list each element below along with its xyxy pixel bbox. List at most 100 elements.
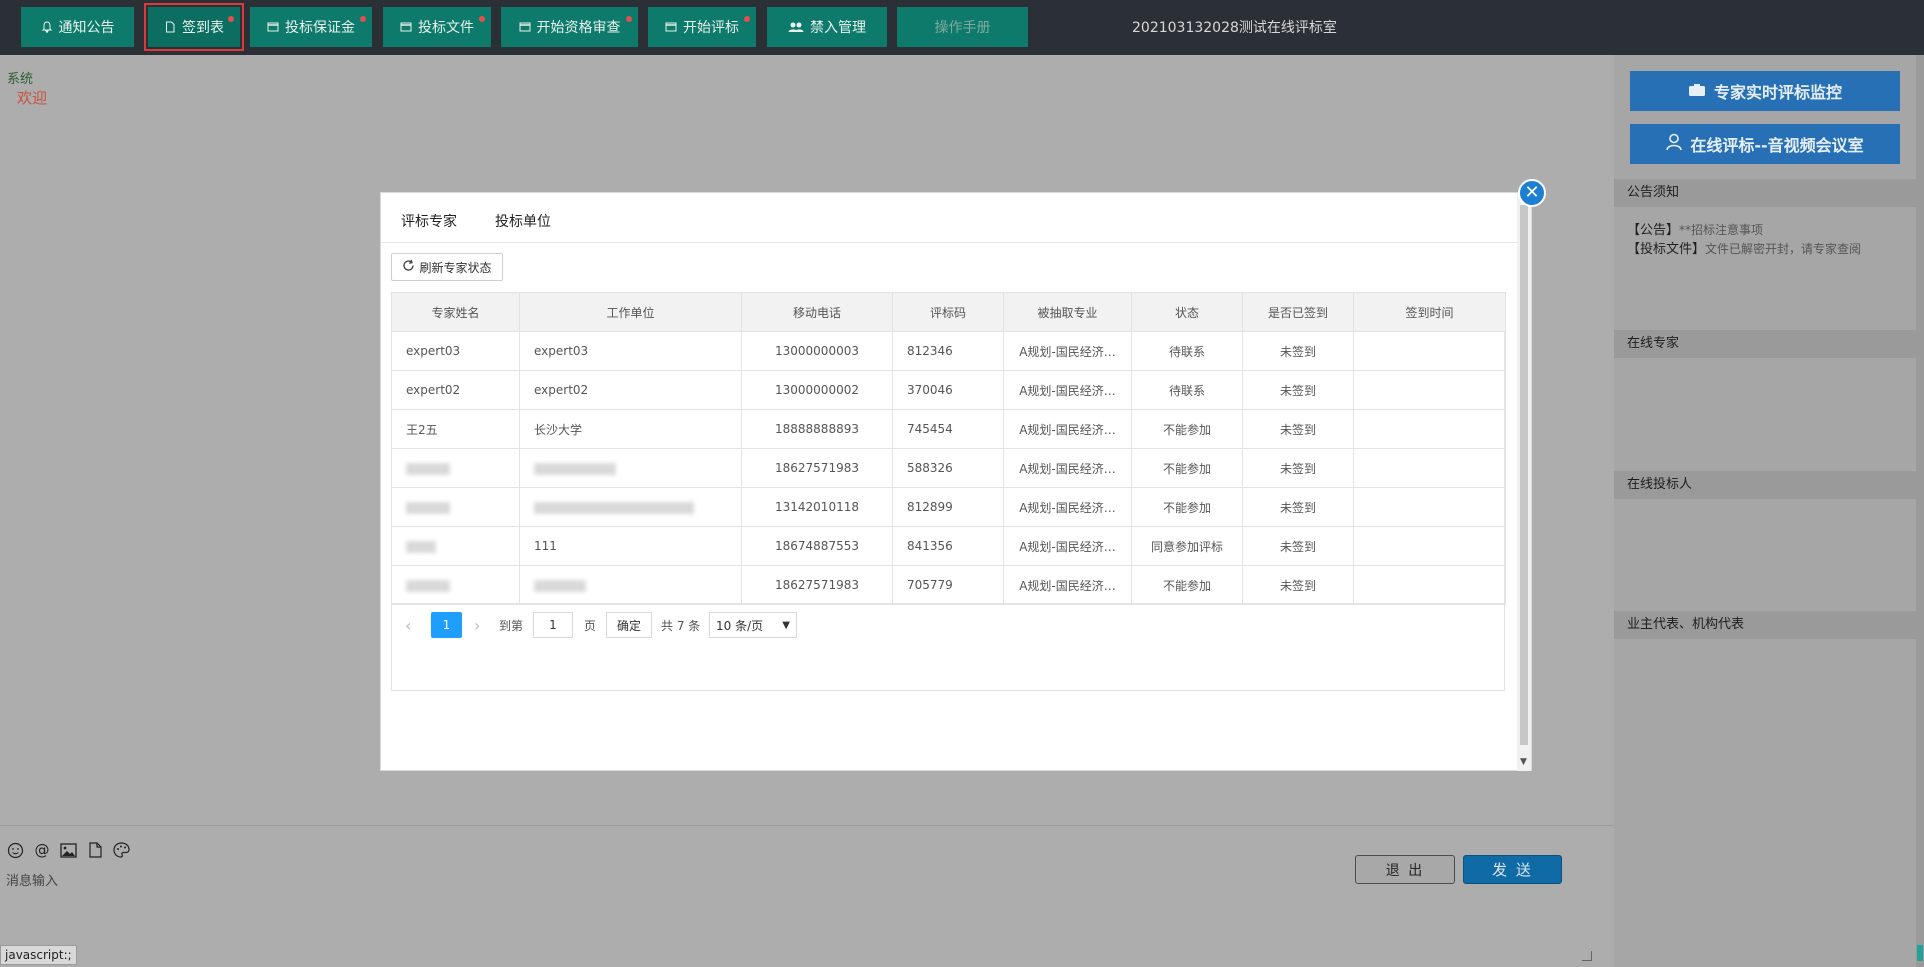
phone: 13142010118 [741, 487, 893, 527]
close-icon[interactable]: ✕ [1518, 179, 1546, 207]
online-experts-title: 在线专家 [1614, 330, 1916, 358]
signin-sheet-button[interactable]: 签到表 [144, 3, 244, 51]
camera-icon [1688, 82, 1706, 101]
signin-time [1353, 370, 1506, 410]
evaluation-code: 370046 [892, 370, 1004, 410]
file-icon [164, 21, 176, 33]
table-row[interactable]: expert02 expert02 13000000002 370046 A规划… [391, 370, 1506, 410]
signed-status: 未签到 [1242, 370, 1354, 410]
table-row[interactable]: 王2五 长沙大学 18888888893 745454 A规划-国民经济… 不能… [391, 409, 1506, 449]
send-button[interactable]: 发 送 [1463, 855, 1562, 884]
status: 不能参加 [1131, 409, 1243, 449]
signin-time [1353, 526, 1506, 566]
scroll-down-icon[interactable]: ▼ [1520, 757, 1527, 767]
expert-monitor-button[interactable]: 专家实时评标监控 [1630, 71, 1900, 111]
column-header: 被抽取专业 [1003, 292, 1132, 332]
notification-dot [479, 16, 485, 22]
user-icon [1666, 133, 1683, 155]
goto-label: 到第 [499, 618, 524, 633]
experts-table: 专家姓名 工作单位 移动电话 评标码 被抽取专业 状态 是否已签到 签到时间 e… [391, 292, 1506, 605]
modal-scrollbar[interactable]: ▼ [1517, 193, 1531, 771]
signed-status: 未签到 [1242, 565, 1354, 605]
welcome-message: 欢迎 [17, 89, 48, 107]
evaluation-code: 841356 [892, 526, 1004, 566]
notification-dot [626, 16, 632, 22]
window-icon [519, 21, 531, 33]
notification-dot [360, 16, 366, 22]
redacted-text [534, 579, 586, 592]
qualification-review-button[interactable]: 开始资格审查 [501, 7, 638, 47]
phone: 13000000003 [741, 331, 893, 371]
owner-representatives-title: 业主代表、机构代表 [1614, 611, 1916, 639]
column-header: 状态 [1131, 292, 1243, 332]
prev-page-icon[interactable]: ‹ [405, 612, 411, 638]
scrollbar-thumb[interactable] [1917, 945, 1923, 961]
table-row[interactable]: 18627571983 588326 A规划-国民经济… 不能参加 未签到 [391, 448, 1506, 488]
bid-files-label: 投标文件 [418, 20, 474, 36]
message-input[interactable]: 消息输入 [6, 870, 58, 889]
window-icon [665, 21, 677, 33]
status: 不能参加 [1131, 448, 1243, 488]
page-scrollbar[interactable] [1916, 55, 1924, 967]
phone: 13000000002 [741, 370, 893, 410]
table-row[interactable]: expert03 expert03 13000000003 812346 A规划… [391, 331, 1506, 371]
video-conference-button[interactable]: 在线评标--音视频会议室 [1630, 124, 1900, 164]
signin-time [1353, 487, 1506, 527]
page-unit-label: 页 [584, 618, 597, 633]
manual-button[interactable]: 操作手册 [897, 7, 1028, 47]
major: A规划-国民经济… [1003, 409, 1132, 449]
pagination: ‹ 1 › 到第 1 页 确定 共 7 条 10 条/页 ▼ [391, 603, 1505, 691]
evaluation-code: 705779 [892, 565, 1004, 605]
bid-files-button[interactable]: 投标文件 [383, 7, 491, 47]
table-row[interactable]: 13142010118 812899 A规划-国民经济… 不能参加 未签到 [391, 487, 1506, 527]
notice-button[interactable]: 通知公告 [21, 7, 134, 47]
next-page-icon[interactable]: › [474, 612, 480, 638]
ban-management-button[interactable]: 禁入管理 [767, 7, 887, 47]
system-sender: 系统 [7, 72, 34, 87]
smile-icon[interactable] [6, 841, 24, 859]
column-header: 工作单位 [519, 292, 742, 332]
work-unit: 111 [519, 526, 742, 566]
palette-icon[interactable] [112, 841, 130, 859]
page-size-select[interactable]: 10 条/页 ▼ [709, 612, 797, 638]
online-bidders-title: 在线投标人 [1614, 471, 1916, 499]
modal-scrollbar-thumb[interactable] [1520, 205, 1528, 745]
expert-monitor-label: 专家实时评标监控 [1713, 83, 1842, 102]
expert-name: expert02 [391, 370, 520, 410]
table-row[interactable]: 18627571983 705779 A规划-国民经济… 不能参加 未签到 [391, 565, 1506, 605]
major: A规划-国民经济… [1003, 487, 1132, 527]
start-evaluation-button[interactable]: 开始评标 [648, 7, 756, 47]
tab-experts[interactable]: 评标专家 [401, 211, 457, 231]
users-icon [788, 21, 804, 33]
table-header-row: 专家姓名 工作单位 移动电话 评标码 被抽取专业 状态 是否已签到 签到时间 [391, 292, 1506, 332]
evaluation-code: 812899 [892, 487, 1004, 527]
image-icon[interactable] [59, 841, 77, 859]
tab-bidders[interactable]: 投标单位 [495, 211, 551, 231]
status: 同意参加评标 [1131, 526, 1243, 566]
exit-button[interactable]: 退 出 [1355, 855, 1455, 884]
bid-bond-button[interactable]: 投标保证金 [250, 7, 372, 47]
evaluation-code: 588326 [892, 448, 1004, 488]
refresh-status-button[interactable]: 刷新专家状态 [391, 253, 503, 281]
phone: 18627571983 [741, 448, 893, 488]
chat-toolbar: @ 消息输入 [0, 825, 1614, 967]
phone: 18888888893 [741, 409, 893, 449]
redacted-text [406, 462, 450, 475]
major: A规划-国民经济… [1003, 448, 1132, 488]
file-icon[interactable] [86, 841, 104, 859]
goto-page-input[interactable]: 1 [533, 612, 573, 638]
room-title: 202103132028测试在线评标室 [1132, 20, 1337, 36]
signin-time [1353, 409, 1506, 449]
qualification-review-label: 开始资格审查 [536, 20, 621, 36]
resize-grip[interactable] [1582, 951, 1592, 961]
page-number-current[interactable]: 1 [431, 612, 462, 638]
goto-confirm-button[interactable]: 确定 [606, 612, 652, 638]
at-icon[interactable]: @ [33, 841, 51, 859]
table-row[interactable]: 111 18674887553 841356 A规划-国民经济… 同意参加评标 … [391, 526, 1506, 566]
notice-button-label: 通知公告 [58, 20, 115, 36]
column-header: 专家姓名 [391, 292, 520, 332]
right-panel: 专家实时评标监控 在线评标--音视频会议室 公告须知 【公告】**招标注意事项 … [1614, 55, 1916, 967]
refresh-status-label: 刷新专家状态 [419, 260, 492, 275]
work-unit: expert02 [519, 370, 742, 410]
window-icon [267, 21, 279, 33]
